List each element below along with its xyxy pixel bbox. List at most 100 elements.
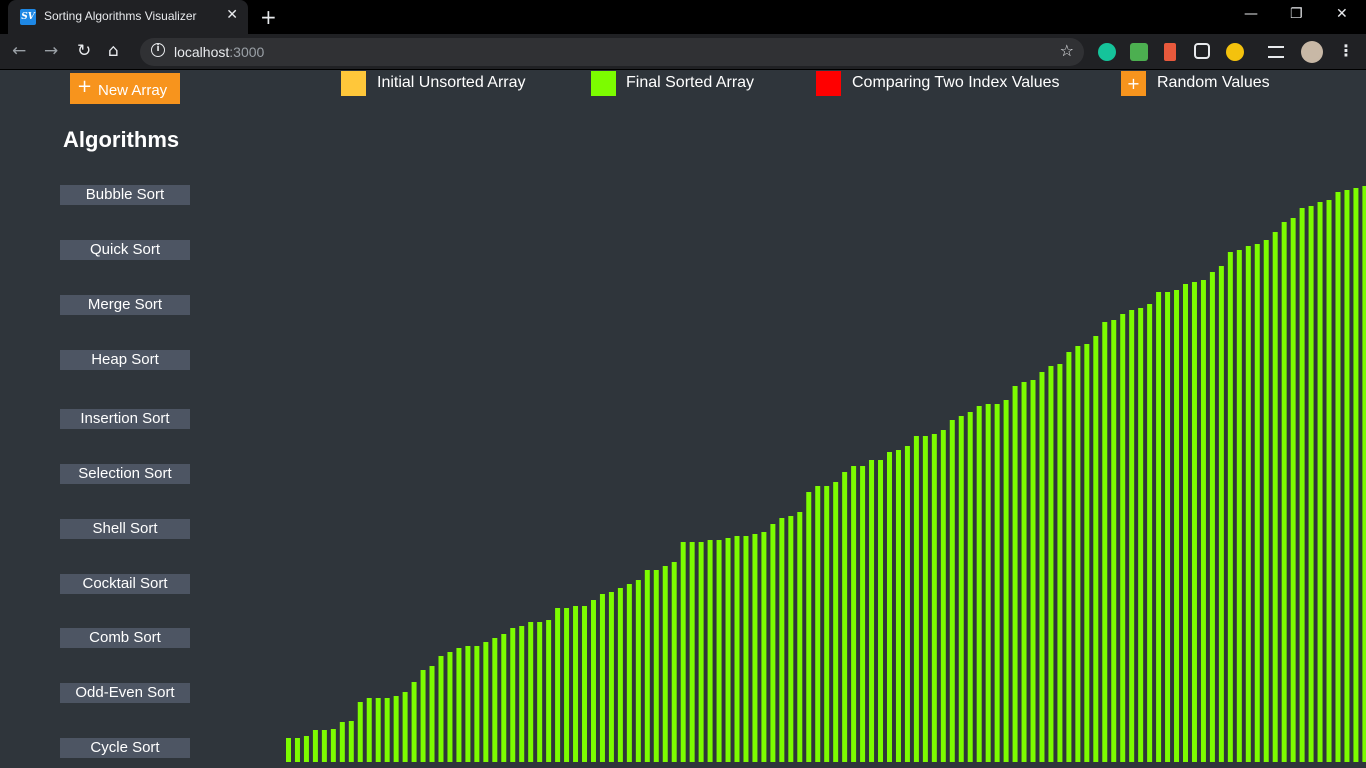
array-bar bbox=[1003, 400, 1009, 762]
array-bar bbox=[573, 606, 579, 762]
array-bar bbox=[357, 702, 363, 762]
array-bar bbox=[895, 450, 901, 762]
reload-icon[interactable]: ↻ bbox=[77, 41, 91, 61]
array-bar bbox=[1236, 250, 1242, 762]
visualizer-page: + New Array Algorithms Bubble Sort Quick… bbox=[0, 71, 1366, 768]
array-bar bbox=[1326, 200, 1332, 762]
array-bar bbox=[537, 622, 543, 762]
array-bar bbox=[626, 584, 632, 762]
array-bar bbox=[1254, 244, 1260, 762]
array-bar bbox=[967, 412, 973, 762]
array-bar bbox=[1200, 280, 1206, 762]
array-bar bbox=[617, 588, 623, 762]
media-control-icon[interactable] bbox=[1268, 46, 1284, 58]
array-bar bbox=[1353, 188, 1359, 762]
browser-tab[interactable]: SV Sorting Algorithms Visualizer ✕ bbox=[8, 0, 248, 34]
url-text[interactable]: localhost:3000 bbox=[174, 44, 264, 60]
array-bar bbox=[608, 592, 614, 762]
array-bar bbox=[1021, 382, 1027, 762]
translate-extension-icon[interactable] bbox=[1130, 43, 1148, 61]
array-bar bbox=[1111, 320, 1117, 762]
restore-icon[interactable]: ❐ bbox=[1290, 6, 1303, 22]
array-bar bbox=[1030, 380, 1036, 762]
array-bar bbox=[564, 608, 570, 762]
bookmark-star-icon[interactable]: ☆ bbox=[1060, 41, 1074, 60]
back-icon[interactable]: ← bbox=[12, 41, 26, 61]
array-bar bbox=[411, 682, 417, 762]
pocket-extension-icon[interactable] bbox=[1194, 43, 1210, 59]
array-bar bbox=[286, 738, 291, 762]
array-bar bbox=[922, 436, 928, 762]
array-bar bbox=[1165, 292, 1171, 762]
array-bar bbox=[770, 524, 776, 762]
array-bar bbox=[1263, 240, 1269, 762]
array-bar bbox=[716, 540, 722, 762]
array-bar bbox=[1075, 346, 1081, 762]
site-info-icon[interactable]: i bbox=[151, 43, 165, 57]
array-bar bbox=[1308, 206, 1314, 762]
array-bar bbox=[662, 566, 668, 762]
array-bar bbox=[869, 460, 875, 762]
array-bar bbox=[635, 580, 641, 762]
array-bar bbox=[1227, 252, 1233, 762]
browser-menu-icon[interactable]: ⋮ bbox=[1338, 41, 1354, 60]
array-bar bbox=[429, 666, 435, 762]
array-bar bbox=[644, 570, 650, 762]
array-bar bbox=[465, 646, 471, 762]
window-close-icon[interactable]: ✕ bbox=[1336, 6, 1348, 22]
array-bar bbox=[824, 486, 830, 762]
array-bar bbox=[1362, 186, 1366, 762]
array-bar bbox=[590, 600, 596, 762]
array-bar bbox=[1174, 290, 1180, 762]
array-bar bbox=[680, 542, 686, 762]
array-bar bbox=[994, 404, 1000, 762]
array-bar bbox=[698, 542, 704, 762]
array-bar bbox=[886, 452, 892, 762]
array-bar bbox=[1218, 266, 1224, 762]
profile-avatar[interactable] bbox=[1301, 41, 1323, 63]
array-bar bbox=[788, 516, 794, 762]
array-bar bbox=[1093, 336, 1099, 762]
array-bar bbox=[303, 736, 309, 762]
array-bar bbox=[501, 634, 507, 762]
browser-tab-strip: SV Sorting Algorithms Visualizer ✕ + — ❐… bbox=[0, 0, 1366, 34]
forward-icon[interactable]: → bbox=[44, 41, 58, 61]
array-bar bbox=[806, 492, 812, 762]
browser-toolbar: ← → ↻ ⌂ i localhost:3000 ☆ ⋮ bbox=[0, 34, 1366, 70]
new-tab-icon[interactable]: + bbox=[260, 5, 277, 29]
array-bar bbox=[375, 698, 381, 762]
array-bar bbox=[851, 466, 857, 762]
array-bar bbox=[1066, 352, 1072, 762]
array-bar bbox=[734, 536, 740, 762]
array-bar bbox=[366, 698, 372, 762]
array-bar bbox=[1344, 190, 1350, 762]
array-bar bbox=[492, 638, 498, 762]
array-bar bbox=[1084, 344, 1090, 762]
array-bar bbox=[1290, 218, 1296, 762]
array-bar bbox=[474, 646, 480, 762]
array-bar bbox=[797, 512, 803, 762]
array-bar bbox=[1057, 364, 1063, 762]
array-bar bbox=[1039, 372, 1045, 762]
tab-close-icon[interactable]: ✕ bbox=[226, 7, 238, 23]
array-bar bbox=[384, 698, 390, 762]
array-bar bbox=[519, 626, 525, 762]
array-bar bbox=[447, 652, 453, 762]
array-bar bbox=[1191, 282, 1197, 762]
array-bar bbox=[582, 606, 588, 762]
array-bar bbox=[761, 532, 767, 762]
bookmark-extension-icon[interactable] bbox=[1164, 43, 1176, 61]
minimize-icon[interactable]: — bbox=[1244, 6, 1258, 22]
array-bar bbox=[1272, 232, 1278, 762]
extension-icon[interactable] bbox=[1226, 43, 1244, 61]
array-bar bbox=[348, 721, 354, 762]
array-bar bbox=[958, 416, 964, 762]
array-bar bbox=[599, 594, 605, 762]
address-bar[interactable]: i localhost:3000 ☆ bbox=[140, 38, 1084, 66]
array-bar bbox=[842, 472, 848, 762]
array-bar bbox=[976, 406, 982, 762]
array-bar bbox=[330, 729, 336, 762]
grammarly-extension-icon[interactable] bbox=[1098, 43, 1116, 61]
array-bar bbox=[689, 542, 695, 762]
home-icon[interactable]: ⌂ bbox=[108, 41, 119, 61]
